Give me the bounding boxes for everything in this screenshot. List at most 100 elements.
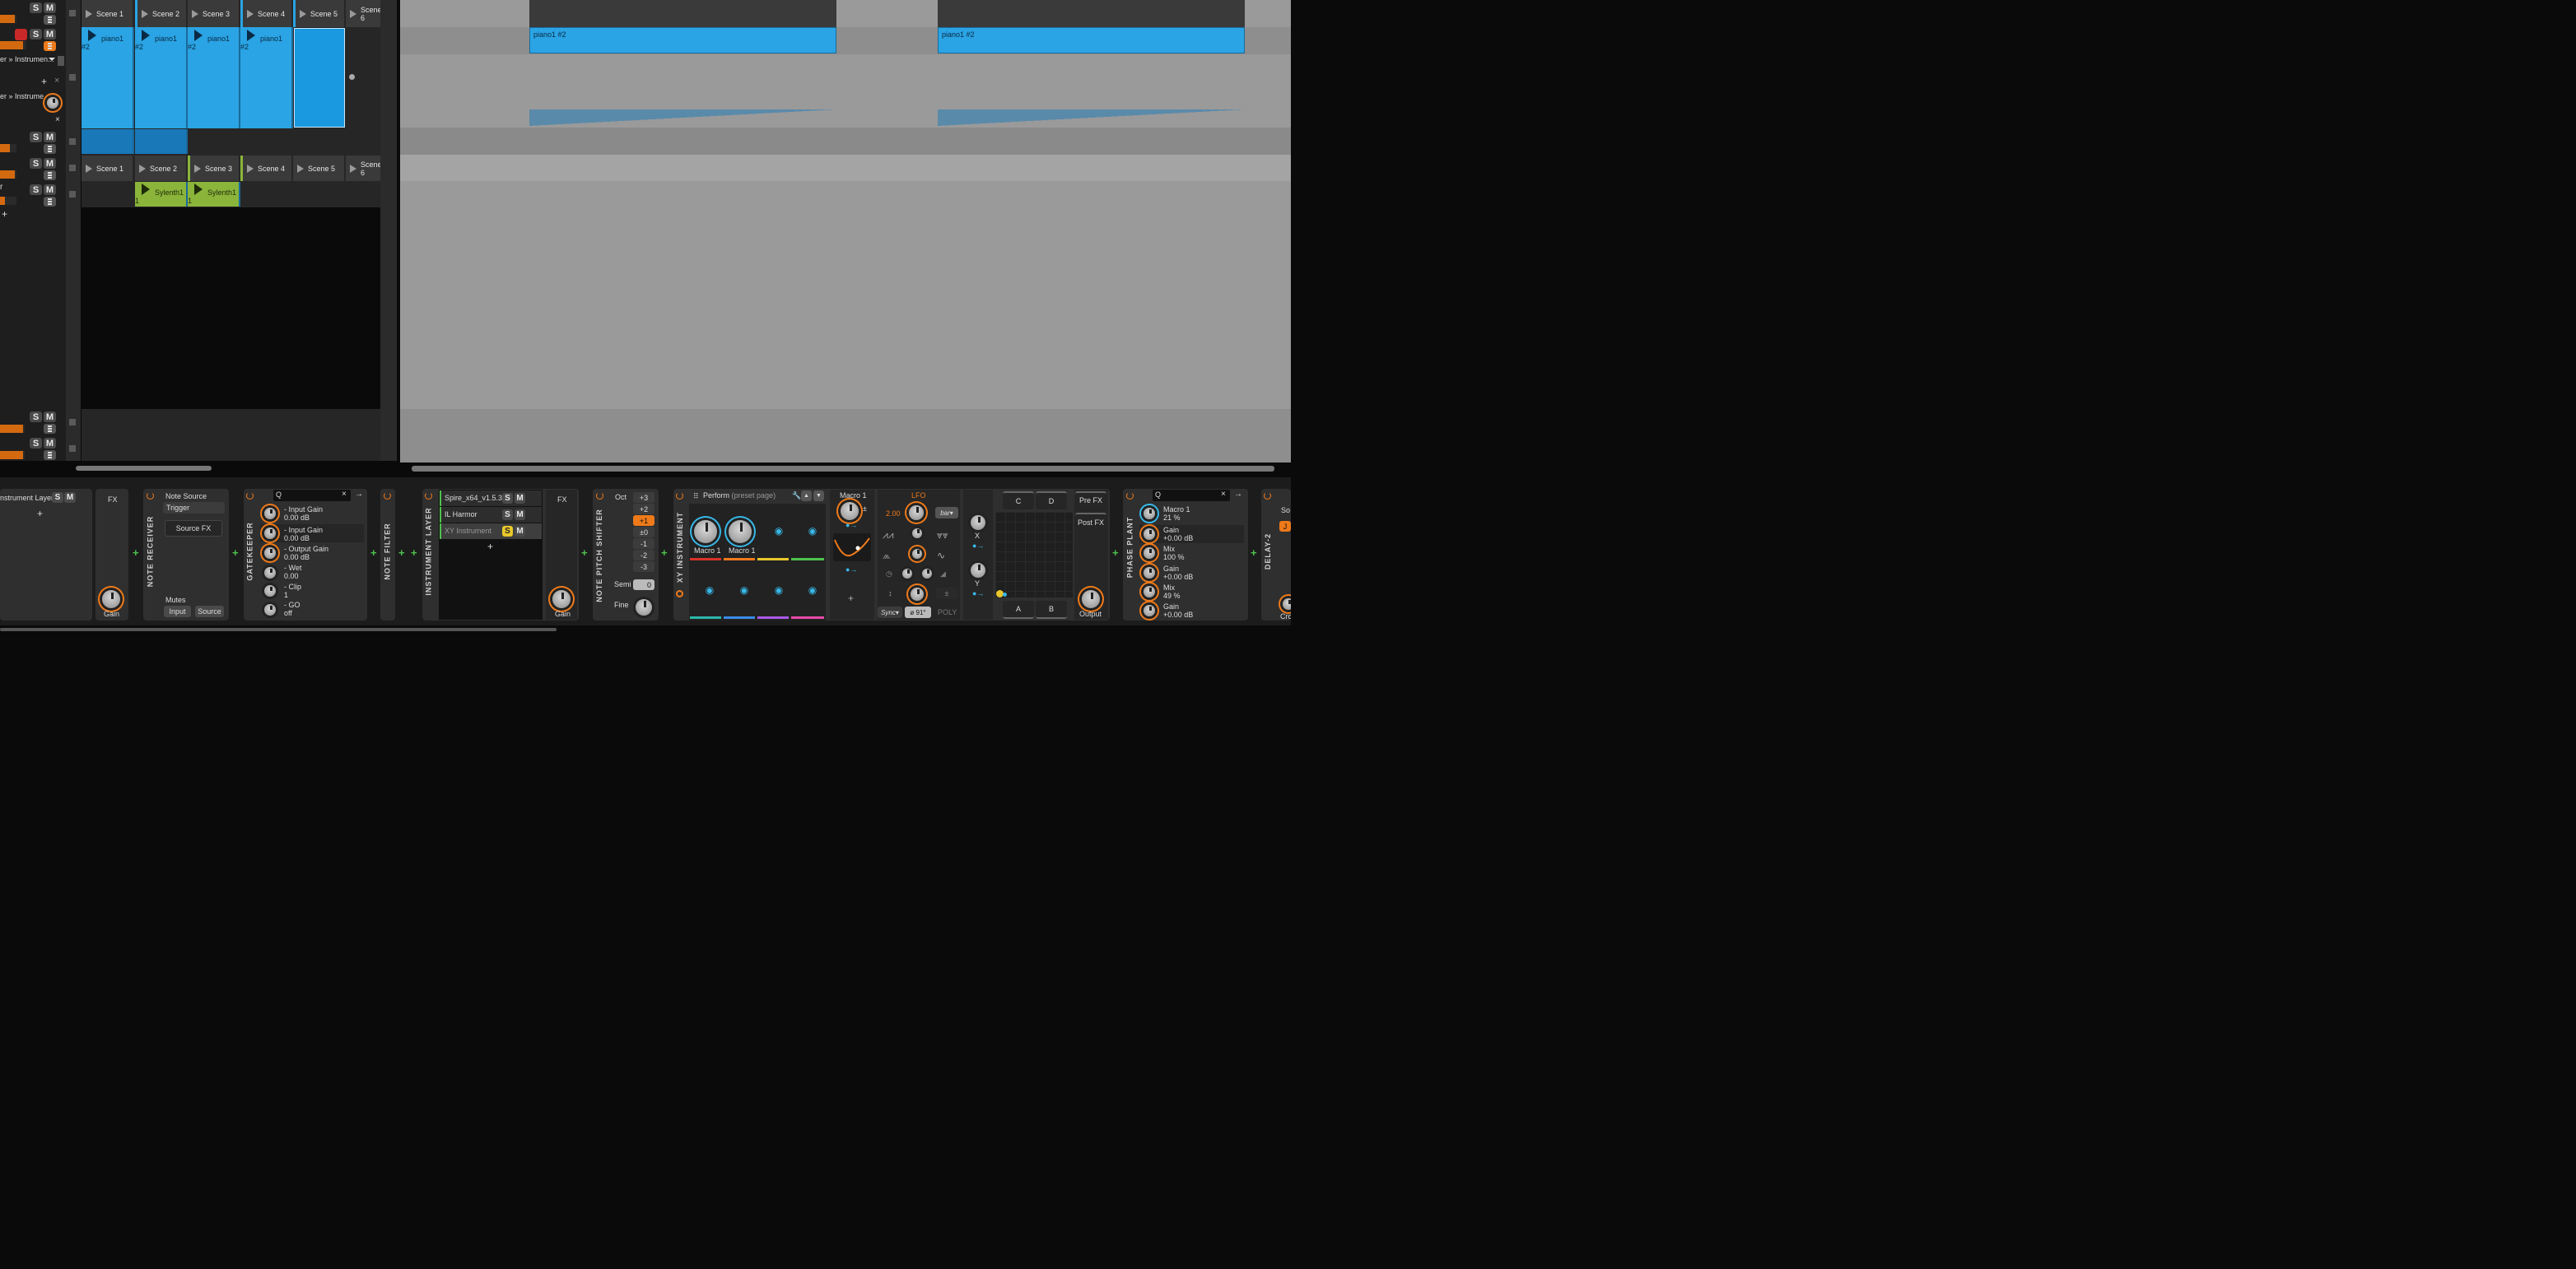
wifi-icon[interactable]: ◉	[769, 523, 789, 538]
mute-button[interactable]: M	[44, 132, 56, 142]
wifi-icon[interactable]: ◉	[700, 583, 720, 597]
mute-button[interactable]: M	[515, 509, 525, 520]
gear-icon[interactable]	[676, 590, 683, 597]
post-fx-button[interactable]: Post FX	[1075, 513, 1106, 531]
clip-slot[interactable]: Sylenth1 1	[188, 182, 240, 207]
solo-button[interactable]: S	[502, 493, 513, 504]
fx-label[interactable]: FX	[108, 495, 118, 504]
solo-button[interactable]: S	[30, 438, 42, 449]
scene-slot[interactable]: Scene 1	[82, 0, 133, 27]
close-icon[interactable]: ×	[342, 490, 347, 499]
slot-d-button[interactable]: D	[1036, 491, 1067, 509]
mute-input-button[interactable]: Input	[164, 606, 191, 617]
search-field[interactable]	[1153, 490, 1230, 501]
saw-wave-icon[interactable]: ⩘⩘	[883, 529, 894, 542]
add-layer-icon[interactable]: +	[487, 541, 493, 552]
add-device-icon[interactable]: +	[1112, 546, 1119, 559]
solo-button[interactable]: S	[30, 132, 42, 142]
lfo-knob[interactable]	[911, 588, 924, 601]
delay-mode-button[interactable]: J	[1279, 521, 1291, 532]
solo-button[interactable]: S	[30, 29, 42, 40]
chain-menu-button[interactable]	[49, 58, 55, 61]
close-icon[interactable]: ×	[54, 76, 59, 86]
grid-icon[interactable]: ⠿	[693, 492, 699, 501]
square-wave-icon[interactable]: ⩔⩔	[937, 529, 948, 542]
clip-slot[interactable]: piano1 #2	[135, 27, 188, 128]
oct-plus1[interactable]: +1	[633, 515, 654, 526]
oct-minus3[interactable]: -3	[633, 561, 654, 572]
scene-slot[interactable]: Scene 3	[188, 156, 239, 181]
slot-b-button[interactable]: B	[1036, 601, 1067, 619]
add-device-icon[interactable]: +	[232, 546, 239, 559]
stop-button[interactable]	[69, 74, 76, 81]
arranger-scrollbar[interactable]	[412, 466, 1274, 472]
scene-slot[interactable]: Scene 5	[293, 156, 344, 181]
volume-fader[interactable]	[0, 41, 26, 49]
source-fx-button[interactable]: Source FX	[165, 520, 222, 537]
mute-button[interactable]: M	[44, 2, 56, 13]
scene-slot[interactable]: Scene 3	[188, 0, 239, 27]
mute-source-button[interactable]: Source	[195, 606, 224, 617]
solo-button[interactable]: S	[52, 492, 63, 503]
clip-slot[interactable]: piano1 #2	[240, 27, 293, 128]
bar-dropdown[interactable]: bar ▾	[935, 507, 958, 518]
gain-knob[interactable]	[552, 590, 571, 608]
track-menu-button[interactable]	[44, 41, 56, 51]
macro-knob[interactable]	[694, 520, 717, 543]
updown-icon[interactable]: ↕	[888, 589, 892, 597]
scene-slot[interactable]: Scene 4	[240, 156, 291, 181]
mute-button[interactable]: M	[44, 158, 56, 169]
xy-pad[interactable]	[995, 512, 1073, 597]
power-icon[interactable]	[246, 492, 254, 500]
arrow-icon[interactable]: →	[1234, 490, 1242, 499]
arranger-clip[interactable]: piano1 #2	[529, 27, 836, 53]
poly-label[interactable]: POLY	[938, 608, 957, 616]
record-slot-icon[interactable]	[349, 74, 355, 80]
solo-button[interactable]: S	[30, 184, 42, 195]
y-knob[interactable]	[971, 563, 985, 578]
sine-wave-icon[interactable]: ∿	[937, 550, 945, 561]
solo-button[interactable]: S	[30, 158, 42, 169]
ramp-icon[interactable]: ◢	[940, 569, 946, 579]
perform-label[interactable]: Perform (preset page)	[703, 491, 776, 500]
close-icon[interactable]: ×	[1221, 490, 1226, 499]
track-menu-button[interactable]	[44, 197, 56, 207]
param-knob[interactable]	[1144, 586, 1155, 597]
power-icon[interactable]	[1126, 492, 1134, 500]
page-down-button[interactable]: ▼	[813, 490, 824, 501]
add-device-icon[interactable]: +	[581, 546, 588, 559]
layer-name[interactable]: Spire_x64_v1.5.3	[445, 494, 502, 502]
mod-arrow-icon[interactable]: ●→	[845, 521, 857, 529]
add-device-icon[interactable]: +	[411, 546, 417, 559]
add-device-icon[interactable]: +	[370, 546, 377, 559]
device-chain-label[interactable]: er » Instrumen...	[0, 55, 54, 63]
pre-fx-button[interactable]: Pre FX	[1075, 491, 1106, 508]
random-wave-icon[interactable]: ⩕	[883, 550, 890, 562]
param-knob[interactable]	[264, 547, 276, 559]
fx-label[interactable]: FX	[557, 495, 567, 504]
macro-knob[interactable]	[729, 520, 752, 543]
layer-name[interactable]: IL Harmor	[445, 510, 477, 518]
lfo-knob[interactable]	[912, 549, 922, 559]
stop-button[interactable]	[69, 445, 76, 452]
wifi-icon[interactable]: ◉	[769, 583, 789, 597]
lfo-knob[interactable]	[922, 569, 932, 579]
add-device-icon[interactable]: +	[1251, 546, 1257, 559]
phase-icon[interactable]: ◷	[886, 569, 892, 579]
add-device-icon[interactable]: +	[398, 546, 405, 559]
oct-plus3[interactable]: +3	[633, 492, 654, 503]
close-icon[interactable]: ×	[55, 115, 60, 124]
slot-c-button[interactable]: C	[1003, 491, 1034, 509]
mod-arrow-icon[interactable]: ●→	[972, 589, 984, 597]
solo-button[interactable]: S	[30, 2, 42, 13]
param-knob[interactable]	[264, 604, 276, 616]
stop-button[interactable]	[69, 10, 76, 16]
device-scrollbar[interactable]	[0, 628, 557, 631]
x-knob[interactable]	[971, 515, 985, 530]
stop-button[interactable]	[69, 419, 76, 425]
power-icon[interactable]	[384, 492, 391, 500]
oct-minus2[interactable]: -2	[633, 550, 654, 560]
clip-slot[interactable]	[82, 129, 134, 154]
mute-button[interactable]: M	[44, 184, 56, 195]
param-knob[interactable]	[1144, 567, 1155, 579]
